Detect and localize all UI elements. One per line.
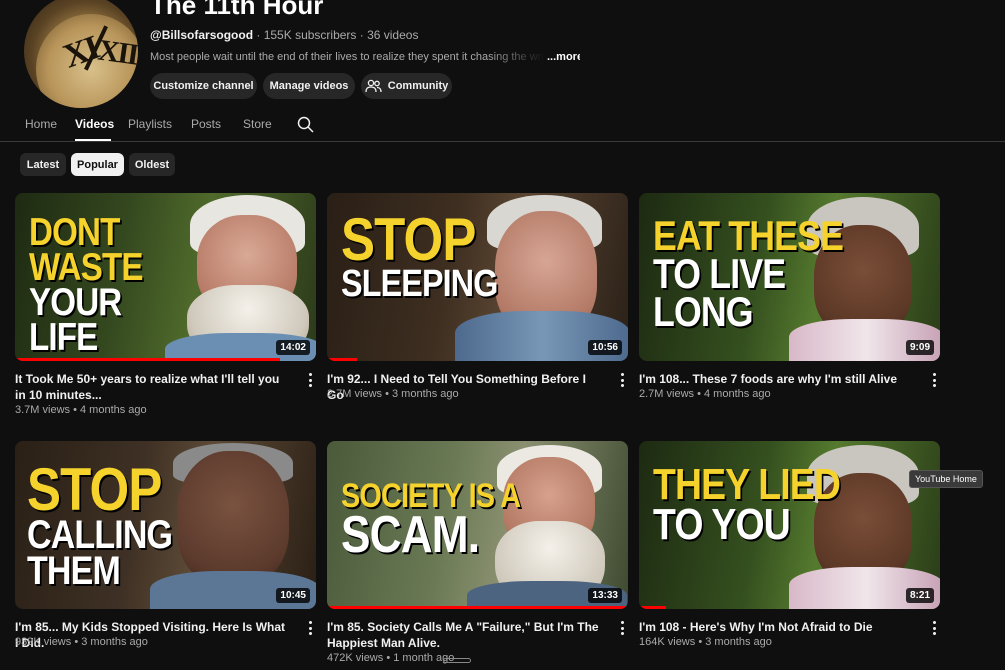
caption-line: CALLING: [27, 513, 173, 557]
caption-line: LONG: [653, 287, 754, 335]
watch-progress: [639, 606, 667, 609]
thumbnail-caption: SOCIETY IS A SCAM.: [341, 479, 521, 564]
watch-progress: [327, 358, 358, 361]
video-duration: 14:02: [276, 340, 310, 355]
scroll-handle[interactable]: [443, 658, 471, 663]
tab-videos[interactable]: Videos: [75, 117, 114, 131]
thumbnail-caption: STOP CALLING THEM: [27, 456, 173, 593]
video-views: 2.7M views: [639, 388, 695, 400]
video-age: 3 months ago: [705, 636, 772, 648]
video-thumbnail[interactable]: DONT WASTE YOUR LIFE 14:02: [15, 193, 316, 361]
kebab-icon[interactable]: [617, 373, 627, 387]
channel-stats: · 155K subscribers · 36 videos: [253, 28, 419, 42]
video-duration: 9:09: [905, 340, 934, 355]
video-duration: 10:45: [276, 588, 310, 603]
video-views: 3.7M views: [15, 404, 71, 416]
video-duration: 8:21: [905, 588, 934, 603]
customize-channel-button[interactable]: Customize channel: [150, 73, 257, 99]
more-link[interactable]: ...more: [547, 51, 580, 63]
video-duration: 10:56: [588, 340, 622, 355]
chip-latest[interactable]: Latest: [20, 153, 66, 176]
chip-oldest[interactable]: Oldest: [129, 153, 175, 176]
caption-line: SCAM.: [341, 505, 480, 564]
channel-description[interactable]: Most people wait until the end of their …: [150, 51, 580, 63]
caption-line: SLEEPING: [341, 263, 498, 305]
customize-channel-label: Customize channel: [153, 80, 254, 92]
community-label: Community: [387, 80, 449, 92]
video-views: 164K views: [639, 636, 696, 648]
channel-meta: @Billsofarsogood · 155K subscribers · 36…: [150, 28, 418, 42]
video-meta: 2.7M views • 3 months ago: [327, 388, 459, 400]
caption-line: WASTE: [29, 246, 143, 290]
tab-playlists[interactable]: Playlists: [128, 117, 172, 131]
caption-line: TO LIVE: [653, 249, 786, 297]
caption-line: YOUR: [29, 281, 122, 325]
video-views: 472K views: [327, 652, 384, 664]
people-icon: [365, 79, 382, 93]
channel-tabs: Home Videos Playlists Posts Store: [0, 112, 1005, 142]
tooltip: YouTube Home: [909, 470, 983, 488]
thumbnail-caption: EAT THESE TO LIVE LONG: [653, 215, 844, 335]
video-thumbnail[interactable]: STOP SLEEPING 10:56: [327, 193, 628, 361]
community-button[interactable]: Community: [361, 73, 452, 99]
tab-store[interactable]: Store: [243, 117, 272, 131]
video-thumbnail[interactable]: THEY LIED TO YOU 8:21: [639, 441, 940, 609]
search-icon[interactable]: [297, 116, 314, 133]
channel-avatar[interactable]: XI XII: [24, 0, 138, 108]
video-meta: 472K views • 1 month ago: [327, 652, 455, 664]
caption-line: LIFE: [29, 316, 98, 360]
caption-line: STOP: [27, 456, 162, 523]
channel-description-text: Most people wait until the end of their …: [150, 51, 545, 63]
video-age: 3 months ago: [81, 636, 148, 648]
video-title[interactable]: It Took Me 50+ years to realize what I'l…: [15, 371, 287, 403]
video-thumbnail[interactable]: SOCIETY IS A SCAM. 13:33: [327, 441, 628, 609]
video-views: 2.7M views: [327, 388, 383, 400]
chip-popular[interactable]: Popular: [71, 153, 124, 176]
manage-videos-label: Manage videos: [269, 80, 349, 92]
caption-line: TO YOU: [653, 499, 791, 549]
video-meta: 3.7M views • 4 months ago: [15, 404, 147, 416]
caption-line: THEM: [27, 549, 121, 593]
video-thumbnail[interactable]: STOP CALLING THEM 10:45: [15, 441, 316, 609]
video-views: 939K views: [15, 636, 72, 648]
thumbnail-caption: STOP SLEEPING: [341, 206, 498, 305]
watch-progress: [327, 606, 628, 609]
video-title[interactable]: I'm 108 - Here's Why I'm Not Afraid to D…: [639, 619, 911, 635]
kebab-icon[interactable]: [305, 621, 315, 635]
kebab-icon[interactable]: [929, 621, 939, 635]
tab-posts[interactable]: Posts: [191, 117, 221, 131]
video-thumbnail[interactable]: EAT THESE TO LIVE LONG 9:09: [639, 193, 940, 361]
video-age: 3 months ago: [392, 388, 459, 400]
thumbnail-caption: THEY LIED TO YOU: [653, 460, 841, 549]
video-age: 4 months ago: [704, 388, 771, 400]
caption-line: DONT: [29, 211, 120, 254]
video-meta: 2.7M views • 4 months ago: [639, 388, 771, 400]
caption-line: THEY LIED: [653, 460, 841, 509]
caption-line: STOP: [341, 206, 476, 273]
tab-home[interactable]: Home: [25, 117, 57, 131]
kebab-icon[interactable]: [617, 621, 627, 635]
video-title[interactable]: I'm 85. Society Calls Me A "Failure," Bu…: [327, 619, 599, 651]
channel-handle[interactable]: @Billsofarsogood: [150, 28, 253, 42]
active-tab-indicator: [75, 139, 111, 141]
channel-title: The 11th Hour: [150, 0, 324, 20]
thumbnail-caption: DONT WASTE YOUR LIFE: [29, 211, 143, 360]
video-age: 4 months ago: [80, 404, 147, 416]
video-meta: 164K views • 3 months ago: [639, 636, 772, 648]
kebab-icon[interactable]: [305, 373, 315, 387]
video-meta: 939K views • 3 months ago: [15, 636, 148, 648]
video-title[interactable]: I'm 108... These 7 foods are why I'm sti…: [639, 371, 911, 387]
manage-videos-button[interactable]: Manage videos: [263, 73, 355, 99]
kebab-icon[interactable]: [929, 373, 939, 387]
watch-progress: [15, 358, 280, 361]
video-duration: 13:33: [588, 588, 622, 603]
